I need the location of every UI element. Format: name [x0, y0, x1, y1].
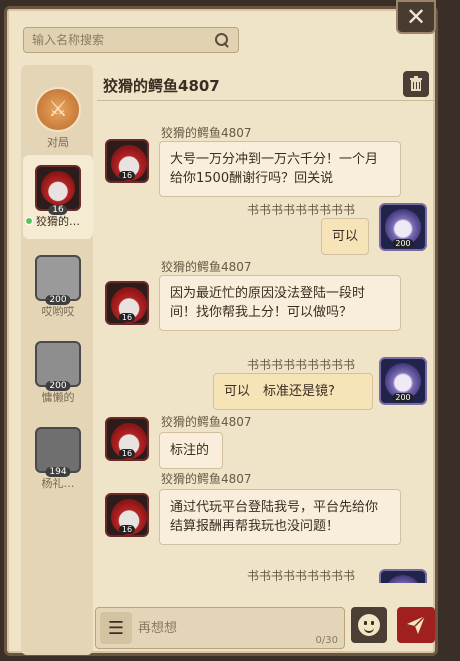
- send-button[interactable]: [397, 607, 435, 643]
- sender-name: 狡猾的鳄鱼4807: [161, 472, 252, 486]
- avatar: 200: [35, 255, 81, 305]
- chat-panel: 狡猾的鳄鱼4807 16 狡猾的鳄鱼4807 大号一万分冲到一万六千分！一个月给…: [97, 65, 435, 655]
- message-bubble: 标注的: [159, 432, 223, 469]
- close-button[interactable]: ✕: [396, 0, 436, 34]
- sidebar-item-label: 杨礼…: [41, 477, 75, 490]
- avatar[interactable]: 16: [105, 493, 149, 537]
- chat-header: 狡猾的鳄鱼4807: [97, 69, 435, 101]
- avatar: 200: [35, 341, 81, 391]
- avatar[interactable]: 16: [105, 139, 149, 183]
- paper-plane-icon: [407, 615, 426, 634]
- expand-icon: ☰: [107, 617, 125, 639]
- sender-name: 狡猾的鳄鱼4807: [161, 415, 252, 429]
- avatar[interactable]: 16: [105, 417, 149, 461]
- sender-name: 狡猾的鳄鱼4807: [161, 126, 252, 140]
- emoji-button[interactable]: [351, 607, 387, 643]
- message-input-bar[interactable]: ☰ 0/30: [95, 607, 345, 649]
- message-received: 16: [105, 281, 149, 325]
- message-sent: [379, 569, 427, 583]
- smiley-icon: [358, 614, 380, 636]
- level-badge: 16: [118, 525, 136, 534]
- sidebar-item-contact[interactable]: 194 杨礼…: [23, 417, 93, 501]
- search-input[interactable]: [32, 33, 214, 47]
- sender-name: 书书书书书书书书书: [247, 358, 356, 372]
- level-badge: 16: [118, 449, 136, 458]
- sidebar-item-label: 狡猾的…: [36, 215, 80, 228]
- message-received: 16: [105, 417, 149, 461]
- sidebar-item-contact[interactable]: 200 慵懒的: [23, 331, 93, 415]
- message-received: 16: [105, 493, 149, 537]
- message-sent: 200: [379, 203, 427, 251]
- message-bubble: 大号一万分冲到一万六千分！一个月给你1500酬谢行吗？回关说: [159, 141, 401, 197]
- sender-name: 狡猾的鳄鱼4807: [161, 260, 252, 274]
- message-received: 16: [105, 139, 149, 183]
- message-sent: 200: [379, 357, 427, 405]
- avatar: 16: [35, 165, 81, 215]
- chat-window: ⚔ 对局 16 狡猾的… 200 哎哟哎 200 慵懒的 194: [4, 6, 438, 656]
- message-list[interactable]: 16 狡猾的鳄鱼4807 大号一万分冲到一万六千分！一个月给你1500酬谢行吗？…: [97, 121, 435, 583]
- search-box[interactable]: [23, 27, 239, 53]
- message-bubble: 因为最近忙的原因没法登陆一段时间！找你帮我上分！可以做吗？: [159, 275, 401, 331]
- sidebar-item-label: 哎哟哎: [41, 305, 75, 318]
- close-icon: ✕: [405, 3, 427, 31]
- chat-title: 狡猾的鳄鱼4807: [103, 77, 220, 95]
- level-badge: 16: [118, 313, 136, 322]
- message-bubble: 通过代玩平台登陆我号，平台先给你结算报酬再帮我玩也没问题！: [159, 489, 401, 545]
- avatar[interactable]: [379, 569, 427, 583]
- level-badge: 200: [45, 381, 71, 391]
- message-bubble: 可以 标准还是镜?: [213, 373, 373, 410]
- sidebar-item-label: 慵懒的: [41, 391, 75, 404]
- avatar: 194: [35, 427, 81, 477]
- sender-name: 书书书书书书书书书: [247, 203, 356, 217]
- level-badge: 200: [45, 295, 71, 305]
- quick-phrases-button[interactable]: ☰: [100, 612, 132, 644]
- crossed-swords-icon: ⚔: [35, 87, 81, 132]
- message-input[interactable]: [138, 616, 288, 640]
- char-count: 0/30: [315, 635, 338, 646]
- level-badge: 16: [48, 205, 68, 215]
- avatar[interactable]: 200: [379, 357, 427, 405]
- sender-name: 书书书书书书书书书: [247, 569, 356, 583]
- level-badge: 200: [392, 393, 414, 402]
- avatar[interactable]: 200: [379, 203, 427, 251]
- avatar[interactable]: 16: [105, 281, 149, 325]
- sidebar-item-contact[interactable]: 16 狡猾的…: [23, 155, 93, 239]
- message-bubble: 可以: [321, 218, 369, 255]
- trash-icon: [410, 76, 422, 91]
- level-badge: 200: [392, 239, 414, 248]
- online-indicator: [25, 217, 33, 225]
- level-badge: 194: [45, 467, 71, 477]
- sidebar-item-contact[interactable]: 200 哎哟哎: [23, 245, 93, 329]
- level-badge: 16: [118, 171, 136, 180]
- sidebar-item-label: 对局: [47, 135, 69, 149]
- sidebar-item-duel[interactable]: ⚔ 对局: [23, 65, 93, 149]
- conversation-sidebar: ⚔ 对局 16 狡猾的… 200 哎哟哎 200 慵懒的 194 杨礼…: [21, 65, 93, 655]
- delete-button[interactable]: [403, 71, 429, 97]
- avatar-image: [41, 171, 75, 205]
- search-icon[interactable]: [214, 32, 230, 48]
- avatar-image: [385, 575, 421, 583]
